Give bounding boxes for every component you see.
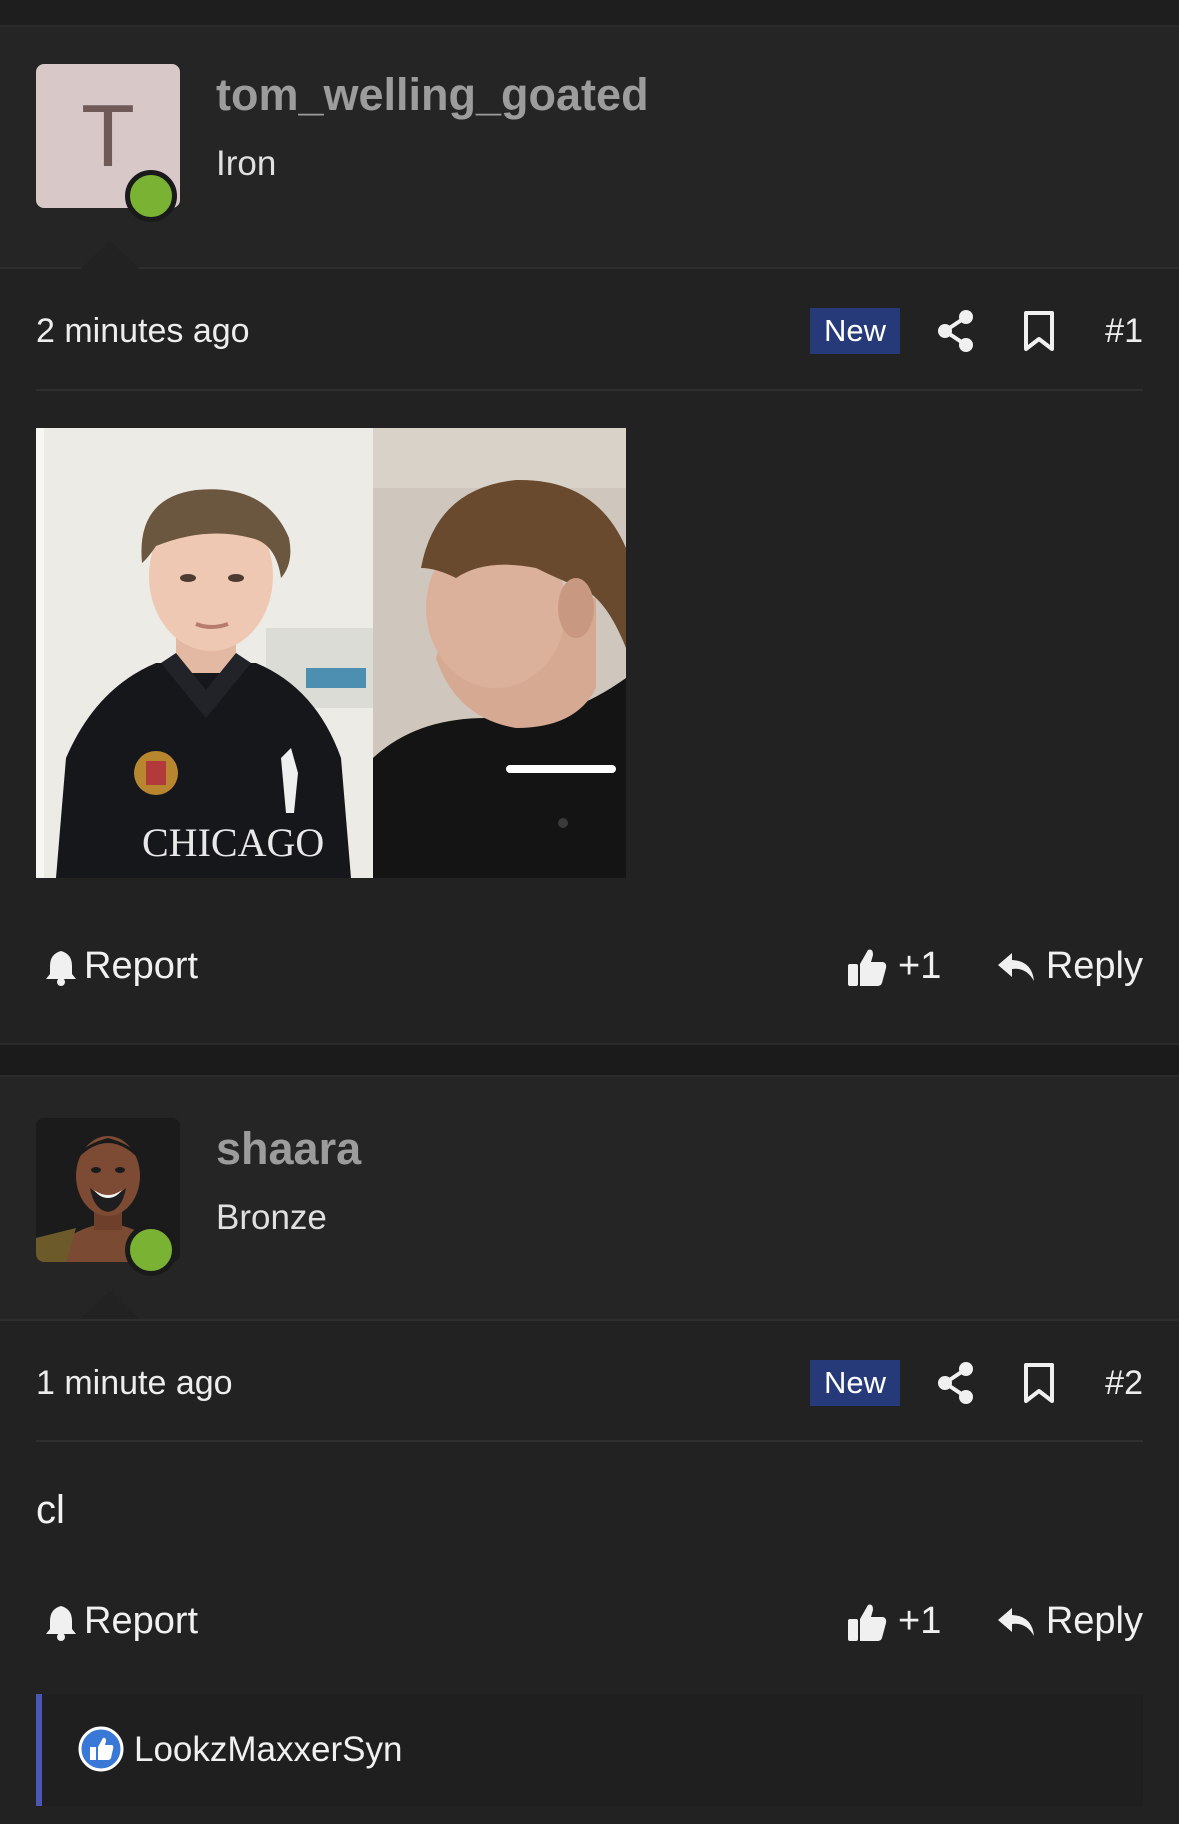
user-rank: Bronze (216, 1198, 327, 1237)
post-1-header: T tom_welling_goated Iron (0, 27, 1179, 269)
report-label: Report (84, 1600, 199, 1642)
post-time[interactable]: 1 minute ago (36, 1364, 233, 1403)
meta-divider (36, 389, 1143, 391)
reply-label: Reply (1045, 945, 1143, 987)
post-actions: Report +1 Reply (36, 941, 1143, 1001)
user-rank: Iron (216, 144, 277, 183)
post-actions: Report +1 Reply (36, 1596, 1143, 1656)
bookmark-icon[interactable] (1022, 310, 1056, 352)
post-separator (0, 1043, 1179, 1077)
avatar-letter: T (81, 86, 135, 185)
post-image[interactable]: CHICAGO (36, 428, 626, 878)
new-badge: New (810, 1360, 900, 1406)
reply-button[interactable]: Reply (996, 1600, 1143, 1643)
online-status-dot (125, 170, 177, 222)
post-number[interactable]: #1 (1105, 312, 1143, 351)
post-1: T tom_welling_goated Iron 2 minutes ago … (0, 27, 1179, 1043)
reply-icon (997, 952, 1034, 981)
report-label: Report (84, 945, 199, 987)
share-icon[interactable] (936, 1360, 976, 1406)
new-badge: New (810, 308, 900, 354)
post-image-collage: CHICAGO (36, 428, 626, 878)
post-meta: 2 minutes ago New #1 (36, 304, 1143, 364)
like-reaction-icon (78, 1726, 124, 1772)
post-meta: 1 minute ago New #2 (36, 1356, 1143, 1416)
reply-button[interactable]: Reply (996, 945, 1143, 988)
reply-icon (997, 1607, 1034, 1636)
thumbs-up-icon (848, 949, 887, 986)
like-button[interactable]: +1 (846, 1600, 941, 1643)
username[interactable]: tom_welling_goated (216, 69, 649, 121)
header-caret (80, 241, 140, 269)
report-button[interactable]: Report (44, 1600, 198, 1643)
online-status-dot (125, 1224, 177, 1276)
share-icon[interactable] (936, 308, 976, 354)
post-number[interactable]: #2 (1105, 1364, 1143, 1403)
reaction-user[interactable]: LookzMaxxerSyn (134, 1730, 402, 1770)
post-time[interactable]: 2 minutes ago (36, 312, 250, 351)
report-button[interactable]: Report (44, 945, 198, 988)
shirt-text: CHICAGO (142, 820, 324, 865)
like-count: +1 (898, 1600, 942, 1642)
reply-label: Reply (1045, 1600, 1143, 1642)
meta-divider (36, 1440, 1143, 1442)
post-body: cl (36, 1488, 65, 1532)
bell-icon (46, 1605, 76, 1641)
like-button[interactable]: +1 (846, 945, 941, 988)
username[interactable]: shaara (216, 1123, 361, 1175)
reactions-box[interactable]: LookzMaxxerSyn (36, 1694, 1143, 1806)
like-count: +1 (898, 945, 942, 987)
thumbs-up-icon (848, 1604, 887, 1641)
header-caret (80, 1291, 140, 1319)
bell-icon (46, 950, 76, 986)
bookmark-icon[interactable] (1022, 1362, 1056, 1404)
post-2-header: shaara Bronze (0, 1077, 1179, 1321)
